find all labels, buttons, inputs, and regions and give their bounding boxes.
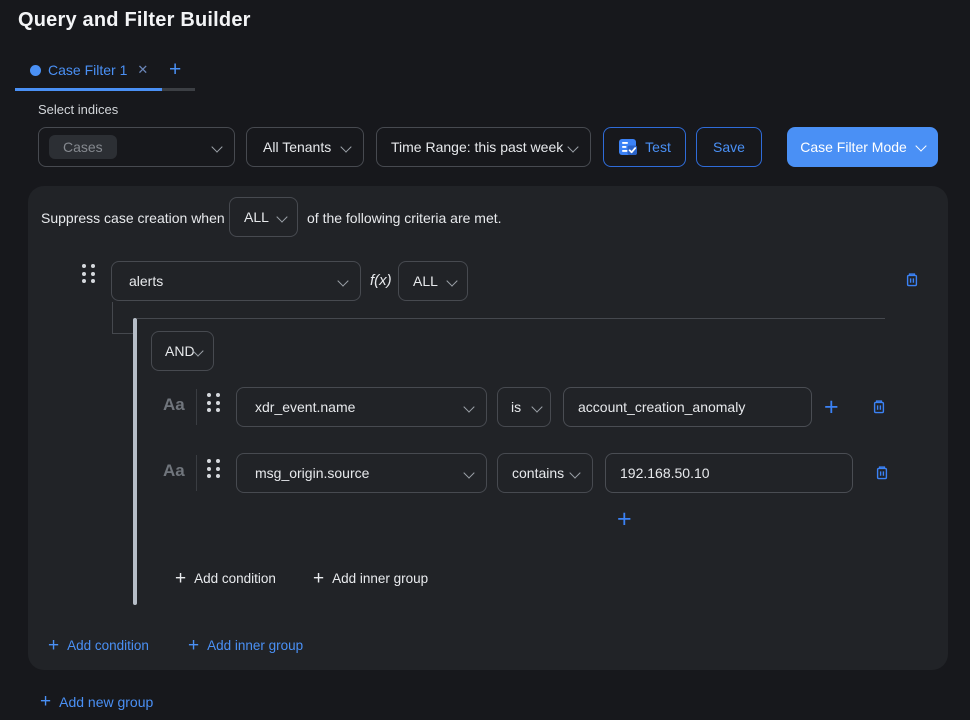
logic-operator-value: AND (165, 343, 195, 359)
suppress-operator-value: ALL (244, 209, 269, 225)
chevron-down-icon (463, 401, 474, 412)
case-filter-mode-button[interactable]: Case Filter Mode (787, 127, 938, 167)
save-button[interactable]: Save (696, 127, 762, 167)
tenants-select[interactable]: All Tenants (246, 127, 364, 167)
case-sensitivity-toggle[interactable]: Aa (163, 395, 185, 415)
tab-case-filter-1[interactable]: Case Filter 1 ✕ (30, 62, 148, 78)
row-divider (196, 455, 197, 491)
suppress-prefix-text: Suppress case creation when (41, 210, 225, 226)
plus-icon: + (313, 569, 324, 588)
source-operator-select[interactable]: ALL (398, 261, 468, 301)
chevron-down-icon (337, 275, 348, 286)
condition-field-select[interactable]: msg_origin.source (236, 453, 487, 493)
active-tab-indicator (15, 88, 162, 91)
condition-field-value: xdr_event.name (255, 399, 355, 415)
source-operator-value: ALL (413, 273, 438, 289)
add-tab-button[interactable]: + (169, 58, 181, 82)
group-add-condition-label: Add condition (67, 638, 149, 653)
logic-operator-select[interactable]: AND (151, 331, 214, 371)
test-checklist-icon (618, 137, 638, 157)
condition-operator-select[interactable]: is (497, 387, 551, 427)
group-add-inner-group-link[interactable]: + Add inner group (188, 636, 303, 655)
fx-function-label: f(x) (370, 272, 392, 289)
condition-operator-select[interactable]: contains (497, 453, 593, 493)
test-button[interactable]: Test (603, 127, 686, 167)
tab-indicator-track (162, 88, 195, 91)
drag-handle-icon[interactable] (82, 264, 95, 283)
condition-value-input[interactable] (605, 453, 853, 493)
add-value-plus-icon[interactable]: + (824, 395, 839, 420)
suppress-operator-select[interactable]: ALL (229, 197, 298, 237)
filter-group-panel (28, 186, 948, 670)
condition-value-input[interactable] (563, 387, 812, 427)
plus-icon: + (175, 569, 186, 588)
mode-label: Case Filter Mode (800, 139, 907, 155)
tab-close-icon[interactable]: ✕ (137, 62, 148, 78)
time-range-value: Time Range: this past week (391, 139, 563, 155)
drag-handle-icon[interactable] (207, 393, 220, 412)
connector-line-horizontal (112, 333, 134, 334)
chevron-down-icon (915, 140, 926, 151)
row-divider (196, 389, 197, 425)
inner-group-top-line (137, 318, 885, 319)
chevron-down-icon (446, 275, 457, 286)
inner-group-indent-bar (133, 318, 137, 605)
drag-handle-icon[interactable] (207, 459, 220, 478)
chevron-down-icon (463, 467, 474, 478)
indices-select[interactable]: Cases (38, 127, 235, 167)
source-field-value: alerts (129, 273, 163, 289)
group-add-inner-group-label: Add inner group (207, 638, 303, 653)
indices-chip[interactable]: Cases (49, 135, 117, 159)
inner-add-inner-group-link[interactable]: + Add inner group (313, 569, 428, 588)
suppress-suffix-text: of the following criteria are met. (307, 210, 502, 226)
condition-operator-value: contains (512, 465, 564, 481)
test-label: Test (645, 139, 671, 155)
plus-icon: + (48, 636, 59, 655)
source-field-select[interactable]: alerts (111, 261, 361, 301)
plus-icon: + (40, 692, 51, 711)
select-indices-label: Select indices (38, 102, 118, 117)
chevron-down-icon (567, 141, 578, 152)
chevron-down-icon (569, 467, 580, 478)
condition-field-value: msg_origin.source (255, 465, 369, 481)
add-new-group-label: Add new group (59, 694, 153, 710)
add-new-group-link[interactable]: + Add new group (40, 692, 153, 711)
chevron-down-icon (340, 141, 351, 152)
tenants-value: All Tenants (263, 139, 331, 155)
chevron-down-icon (211, 141, 222, 152)
condition-field-select[interactable]: xdr_event.name (236, 387, 487, 427)
group-add-condition-link[interactable]: + Add condition (48, 636, 149, 655)
page-title: Query and Filter Builder (18, 9, 251, 32)
query-filter-builder-screen: Query and Filter Builder Case Filter 1 ✕… (0, 0, 970, 720)
condition-operator-value: is (511, 399, 521, 415)
connector-line-vertical (112, 302, 113, 334)
delete-group-trash-icon[interactable] (904, 272, 920, 288)
inner-add-condition-label: Add condition (194, 571, 276, 586)
case-sensitivity-toggle[interactable]: Aa (163, 461, 185, 481)
inner-add-condition-link[interactable]: + Add condition (175, 569, 276, 588)
inner-add-inner-group-label: Add inner group (332, 571, 428, 586)
chevron-down-icon (531, 401, 542, 412)
time-range-select[interactable]: Time Range: this past week (376, 127, 591, 167)
plus-icon: + (188, 636, 199, 655)
chevron-down-icon (276, 211, 287, 222)
delete-condition-trash-icon[interactable] (871, 399, 887, 415)
tab-label: Case Filter 1 (48, 62, 127, 78)
save-label: Save (713, 139, 745, 155)
delete-condition-trash-icon[interactable] (874, 465, 890, 481)
tab-status-dot-icon (30, 65, 41, 76)
add-condition-plus-icon[interactable]: + (617, 507, 632, 532)
